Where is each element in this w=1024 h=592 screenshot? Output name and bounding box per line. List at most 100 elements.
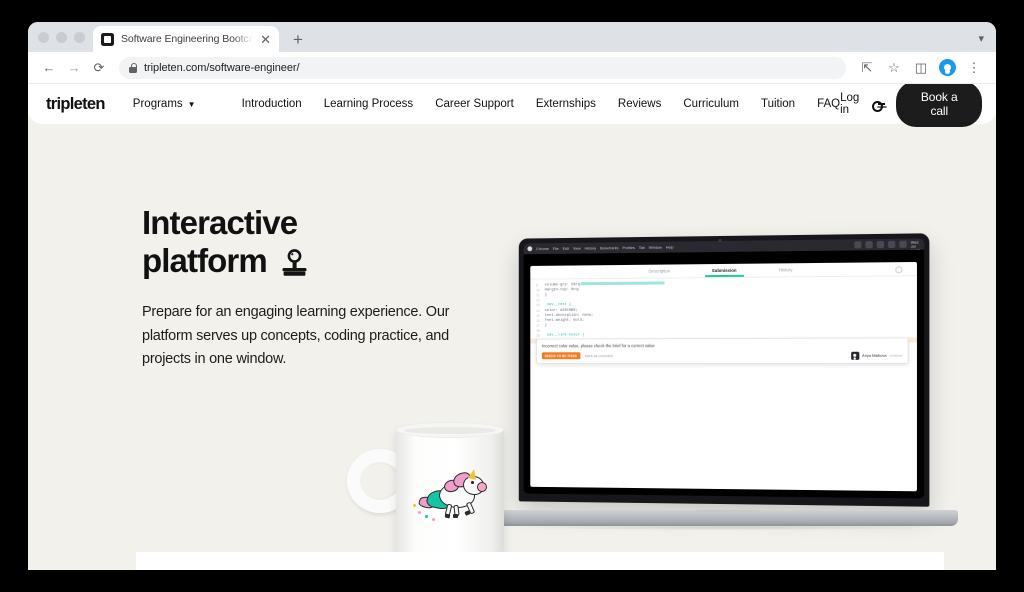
book-a-call-button[interactable]: Book a call (896, 84, 982, 127)
mac-menu-bookmarks[interactable]: Bookmarks (600, 246, 618, 250)
site-logo[interactable]: tripleten (46, 95, 105, 114)
line-number: 12 (536, 298, 540, 303)
reviewer-role: reviewer (889, 353, 903, 358)
unicorn-hoof (464, 510, 471, 516)
minimize-window-button[interactable] (56, 31, 67, 43)
nav-links: Introduction Learning Process Career Sup… (242, 98, 841, 110)
mac-menu-help[interactable]: Help (666, 245, 674, 249)
nav-link-tuition[interactable]: Tuition (761, 98, 795, 110)
apple-logo-icon (527, 246, 533, 252)
menu-bar-icon-4[interactable] (888, 240, 896, 249)
lock-icon (129, 62, 138, 73)
code-text: .nav__text { (544, 303, 572, 308)
hero-text-block: Interactive platform Prepare for an enga… (142, 204, 472, 372)
laptop-screen: Chrome File Edit View History Bookmarks … (523, 238, 925, 499)
mac-menu-spacer (677, 245, 850, 247)
laptop-base (498, 510, 958, 526)
curriculum-card: Week 1 — Theory + Practice (136, 552, 944, 570)
unicorn-eye (471, 481, 474, 484)
nav-link-introduction[interactable]: Introduction (242, 98, 302, 110)
close-window-button[interactable] (38, 31, 49, 43)
three-dot-menu-icon[interactable]: ⋮ (962, 57, 986, 79)
back-arrow-icon[interactable]: ← (38, 57, 60, 79)
code-text: .nav__link-hover { (544, 333, 585, 339)
window-controls[interactable] (36, 22, 93, 52)
profile-avatar-icon[interactable] (939, 59, 956, 76)
code-text: volume-grp: 50rq (544, 282, 580, 288)
forward-arrow-icon[interactable]: → (63, 57, 85, 79)
mac-menu-file[interactable]: File (553, 246, 559, 250)
sparkle-icon (432, 518, 435, 521)
share-icon[interactable]: ⇱ (855, 57, 879, 79)
mark-as-corrected-button[interactable]: Mark as corrected (585, 354, 613, 358)
side-panel-icon[interactable]: ◫ (909, 57, 933, 79)
screen: Software Engineering Bootcam ✕ + ▾ ← → ⟳… (0, 0, 1024, 592)
mac-status-time: Wed Jul 14:15 (910, 240, 920, 253)
browser-tab-strip: Software Engineering Bootcam ✕ + ▾ (28, 22, 996, 52)
menu-bar-icon-1[interactable] (854, 241, 862, 249)
menu-bar-icon-5[interactable] (899, 240, 907, 248)
chevron-down-icon[interactable]: ▾ (978, 32, 984, 45)
mac-menu-profiles[interactable]: Profiles (622, 246, 635, 250)
hero-title-line2: platform (142, 242, 268, 279)
nav-right-group: Log in Book a call (840, 84, 982, 127)
code-text: } (544, 323, 547, 328)
browser-toolbar: ← → ⟳ tripleten.com/software-engineer/ ⇱… (28, 52, 996, 84)
mac-menu-chrome[interactable]: Chrome (536, 247, 549, 251)
nav-link-curriculum[interactable]: Curriculum (683, 98, 739, 110)
nav-link-career-support[interactable]: Career Support (435, 98, 514, 110)
sparkle-icon (425, 515, 428, 518)
unicorn-snout (477, 482, 487, 492)
line-number: 13 (536, 303, 540, 308)
laptop-lid: Chrome File Edit View History Bookmarks … (518, 233, 930, 507)
sparkle-icon (413, 504, 416, 507)
mac-menu-history[interactable]: History (585, 246, 597, 250)
code-text: margin-top: 0rq; (544, 287, 580, 293)
login-link[interactable]: Log in (840, 92, 885, 116)
webcam-icon (718, 238, 722, 243)
mac-menu-tab[interactable]: Tab (639, 245, 645, 249)
close-icon[interactable]: ✕ (260, 33, 271, 46)
reload-icon[interactable]: ⟳ (88, 57, 110, 79)
nav-link-reviews[interactable]: Reviews (618, 98, 661, 110)
hero-paragraph: Prepare for an engaging learning experie… (142, 304, 450, 367)
maximize-window-button[interactable] (74, 31, 85, 43)
code-text: color: #26C0B0; (544, 308, 578, 313)
line-number: 14 (536, 308, 540, 313)
review-comment-popup: Incorrect color value, please check the … (536, 337, 909, 365)
platform-app-window: Description Submission History 9 volume-… (530, 261, 917, 492)
joystick-icon (281, 247, 308, 285)
mac-menu-view[interactable]: View (573, 246, 581, 250)
nav-link-faq[interactable]: FAQ (817, 98, 840, 110)
unicorn-mug-image (343, 419, 518, 570)
tripleten-square-icon (101, 32, 114, 46)
nav-link-learning-process[interactable]: Learning Process (324, 98, 414, 110)
star-icon[interactable]: ☆ (882, 57, 906, 79)
plus-icon[interactable]: + (293, 31, 303, 48)
menu-bar-icon-2[interactable] (865, 241, 873, 249)
tab-history[interactable]: History (779, 267, 793, 272)
browser-tab-title: Software Engineering Bootcam (121, 33, 254, 45)
code-text: text-decoration: none; (544, 313, 594, 318)
code-editor[interactable]: 9 volume-grp: 50rq 10 margin-top: 0rq; 1… (530, 276, 917, 344)
tab-description[interactable]: Description (649, 268, 671, 273)
menu-bar-icon-3[interactable] (876, 240, 884, 249)
browser-tab[interactable]: Software Engineering Bootcam ✕ (93, 26, 279, 52)
login-label: Log in (840, 92, 860, 116)
nav-link-externships[interactable]: Externships (536, 98, 596, 110)
code-text: } (544, 293, 547, 298)
mac-menu-edit[interactable]: Edit (563, 246, 569, 250)
programs-label: Programs (132, 98, 183, 110)
tab-submission[interactable]: Submission (712, 268, 737, 273)
user-circle-icon[interactable] (895, 265, 903, 273)
line-number: 18 (536, 329, 540, 333)
programs-dropdown[interactable]: Programs ▼ (133, 98, 196, 110)
laptop-mockup: Chrome File Edit View History Bookmarks … (498, 233, 958, 530)
page-title: Interactive platform (142, 204, 472, 285)
mac-menu-window[interactable]: Window (649, 245, 662, 249)
review-message: Incorrect color value, please check the … (541, 343, 655, 349)
flying-unicorn-illustration (413, 468, 493, 523)
line-number: 9 (536, 283, 538, 288)
avatar (851, 351, 860, 360)
address-bar[interactable]: tripleten.com/software-engineer/ (119, 56, 846, 79)
